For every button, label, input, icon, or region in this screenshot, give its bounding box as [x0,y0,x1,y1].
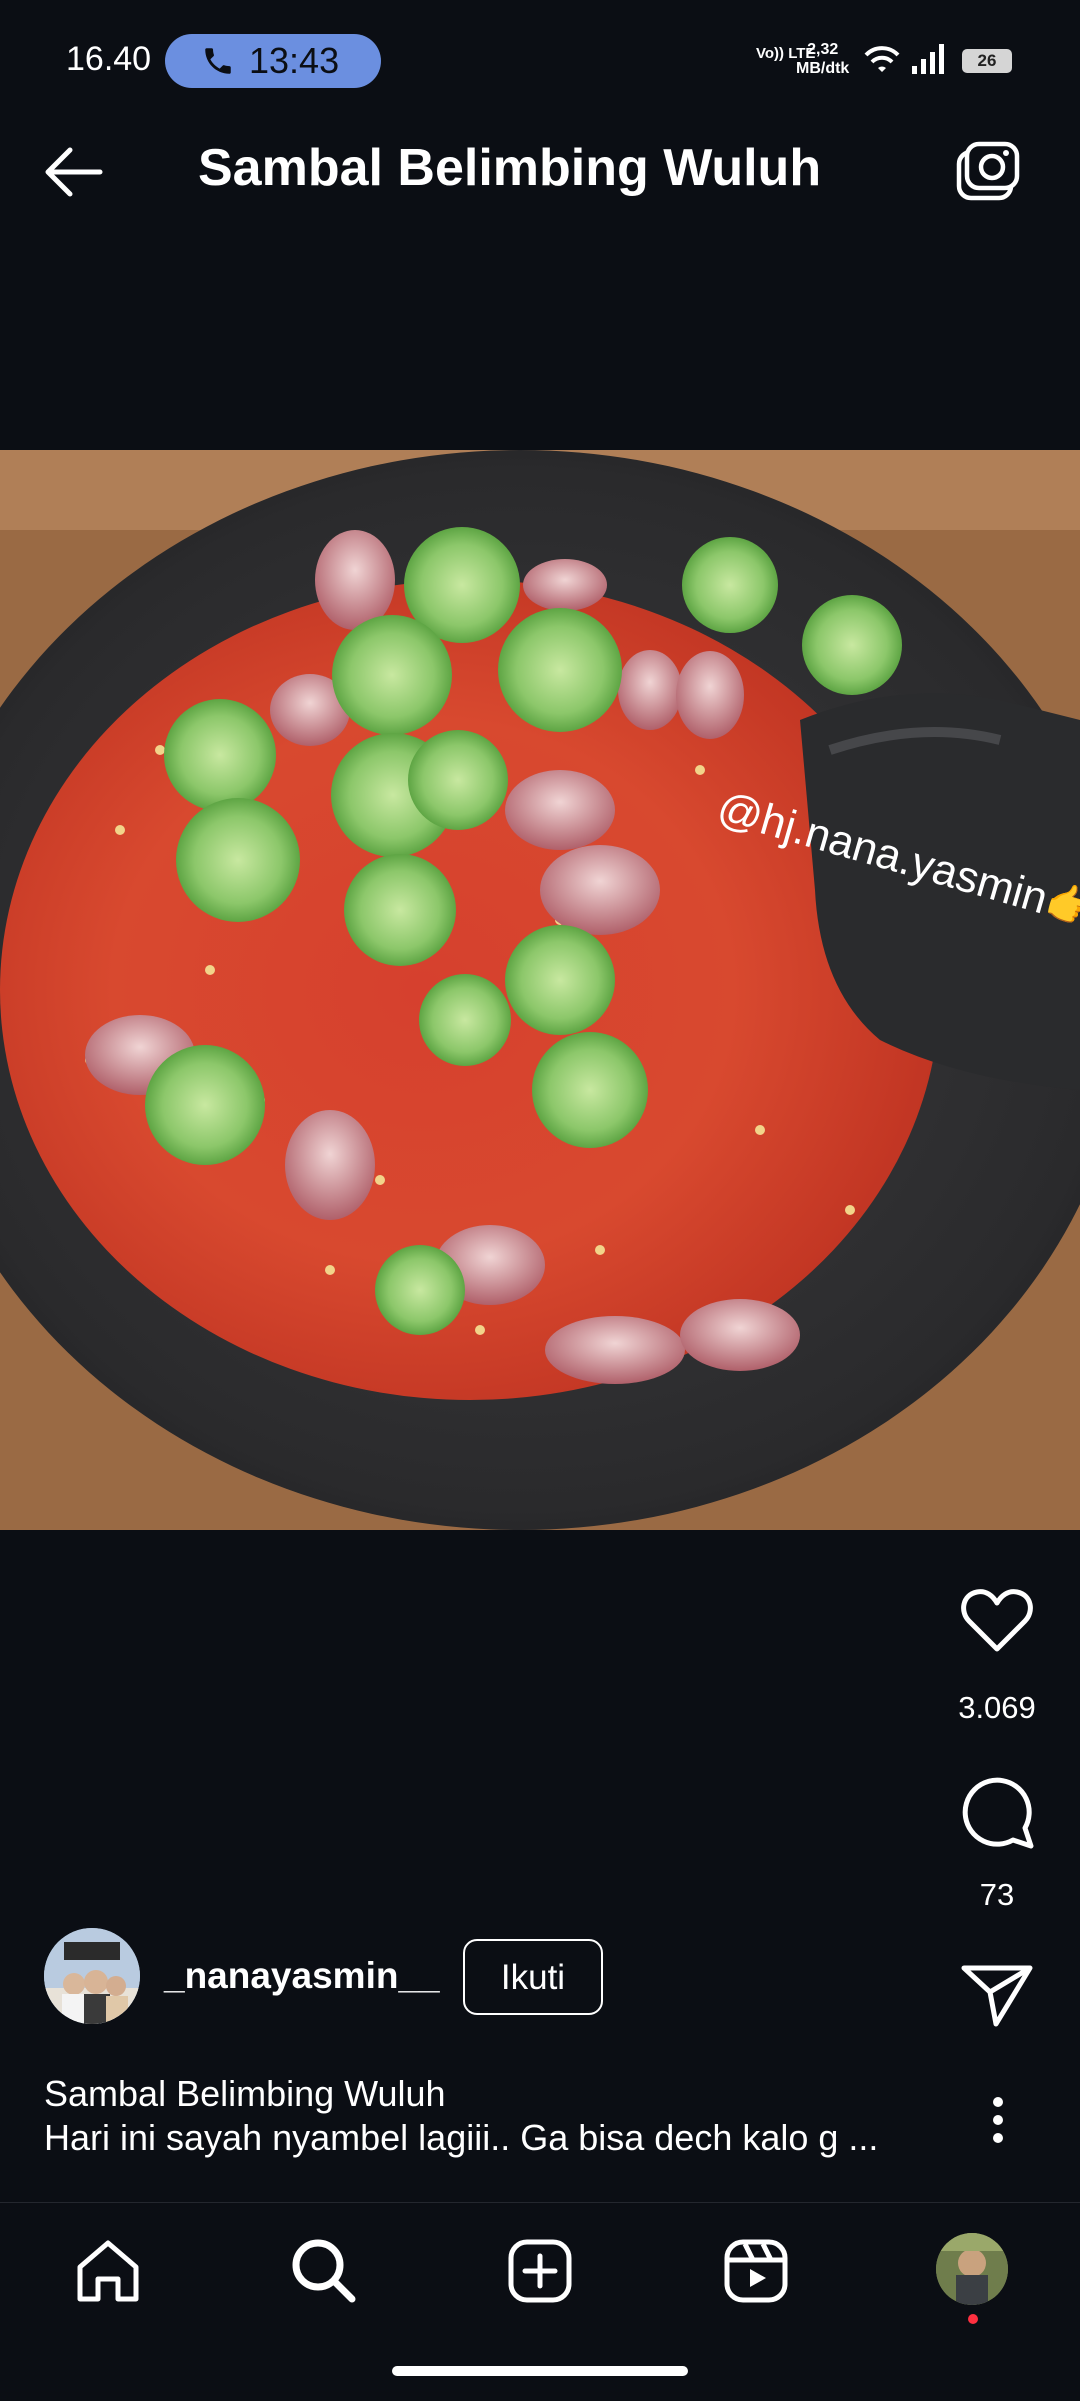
battery-indicator: 26 [962,49,1012,73]
share-button[interactable] [942,1962,1052,2032]
network-speed: 2,32 MB/dtk [796,40,849,78]
arrow-left-icon [45,147,103,197]
network-speed-value: 2,32 [807,41,839,58]
status-bar: 16.40 13:43 Vo)) LTE 2,32 MB/dtk 26 [0,0,1080,92]
post-image[interactable]: @hj.nana.yasmin👉New [0,450,1080,1530]
author-username[interactable]: _nanayasmin__ [164,1955,440,1997]
profile-avatar-image [936,2233,1008,2305]
call-timer: 13:43 [249,40,340,81]
back-button[interactable] [40,142,112,202]
follow-button[interactable]: Ikuti [463,1939,603,2015]
nav-reels-button[interactable] [716,2231,796,2311]
notification-dot [968,2314,978,2324]
create-plus-icon [508,2239,572,2303]
more-vertical-icon [993,2097,1003,2143]
author-avatar[interactable] [44,1928,140,2024]
home-icon [77,2240,139,2302]
comment-button[interactable] [942,1770,1052,1856]
cell-signal-icon [912,44,944,74]
camera-button[interactable] [955,140,1025,204]
search-icon [292,2239,356,2303]
heart-icon [961,1589,1033,1652]
nav-profile-avatar[interactable] [936,2233,1008,2305]
nav-create-button[interactable] [500,2231,580,2311]
ongoing-call-pill[interactable]: 13:43 [165,34,381,88]
page-title: Sambal Belimbing Wuluh [198,139,822,197]
caption-text[interactable]: Hari ini sayah nyambel lagiii.. Ga bisa … [44,2117,944,2159]
nav-home-button[interactable] [68,2231,148,2311]
like-count[interactable]: 3.069 [932,1690,1062,1726]
author-avatar-image [44,1928,140,2024]
wifi-icon [864,46,900,72]
reels-icon [724,2239,788,2303]
more-options-button[interactable] [980,2094,1016,2146]
status-clock: 16.40 [66,40,152,78]
paper-plane-icon [961,1965,1033,2027]
comment-bubble-icon [962,1777,1034,1849]
comment-count[interactable]: 73 [932,1877,1062,1913]
caption-title: Sambal Belimbing Wuluh [44,2073,446,2114]
home-indicator-bar[interactable] [392,2366,688,2376]
sambal-photo: @hj.nana.yasmin👉New [0,450,1080,1530]
nav-search-button[interactable] [284,2231,364,2311]
network-speed-unit: MB/dtk [796,60,850,77]
phone-icon [205,48,231,74]
like-button[interactable] [942,1585,1052,1665]
camera-icon [956,141,1020,201]
